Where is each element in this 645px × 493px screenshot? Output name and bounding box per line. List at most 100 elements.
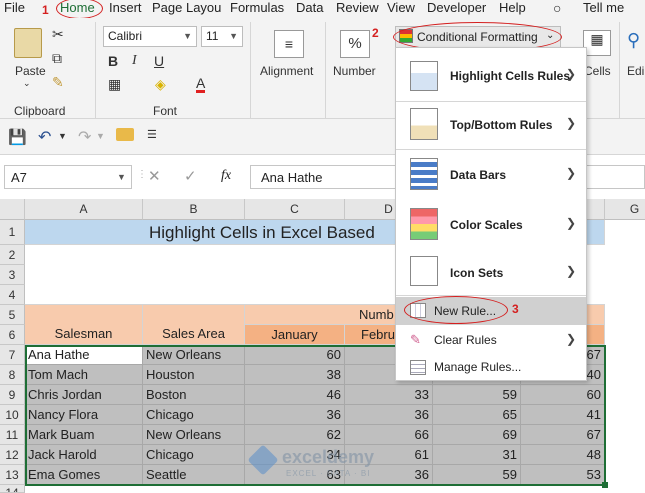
paste-icon[interactable] xyxy=(14,28,42,58)
data-cell-name[interactable]: Nancy Flora xyxy=(25,405,143,425)
name-box[interactable]: A7 ▼ xyxy=(4,165,132,189)
data-cell-f[interactable]: 41 xyxy=(521,405,605,425)
data-cell-f[interactable]: 48 xyxy=(521,445,605,465)
data-cell-area[interactable]: New Orleans xyxy=(143,425,245,445)
column-header-c[interactable]: C xyxy=(245,199,345,220)
column-header-g[interactable]: G xyxy=(605,199,645,220)
data-cell-area[interactable]: Seattle xyxy=(143,465,245,485)
data-cell-c[interactable]: 36 xyxy=(245,405,345,425)
row-header[interactable]: 11 xyxy=(0,425,25,445)
salesman-header-cell[interactable]: Salesman xyxy=(25,305,143,345)
menu-item-clear-rules[interactable]: ✎ Clear Rules ❯ xyxy=(396,326,586,354)
insert-function-button[interactable]: fx xyxy=(221,168,231,184)
open-folder-icon[interactable] xyxy=(116,128,134,141)
tab-data[interactable]: Data xyxy=(296,0,323,18)
alignment-group-label[interactable]: Alignment xyxy=(260,64,313,78)
row-header[interactable]: 7 xyxy=(0,345,25,365)
lightbulb-icon[interactable]: ○ xyxy=(553,0,561,18)
fill-color-icon[interactable]: ◈ xyxy=(155,76,166,93)
font-size-select[interactable]: 11 ▼ xyxy=(201,26,243,47)
font-name-select[interactable]: Calibri ▼ xyxy=(103,26,197,47)
data-cell-name[interactable]: Ema Gomes xyxy=(25,465,143,485)
format-painter-icon[interactable]: ✎ xyxy=(52,74,64,91)
row-header[interactable]: 4 xyxy=(0,285,25,305)
data-cell-name[interactable]: Jack Harold xyxy=(25,445,143,465)
data-cell-area[interactable]: Houston xyxy=(143,365,245,385)
data-cell-f[interactable]: 67 xyxy=(521,425,605,445)
fill-handle[interactable] xyxy=(602,482,608,488)
row-header[interactable]: 1 xyxy=(0,220,25,245)
paste-dropdown-icon[interactable]: ⌄ xyxy=(23,78,31,89)
menu-item-icon-sets[interactable]: Icon Sets ❯ xyxy=(396,248,586,294)
bold-button[interactable]: B xyxy=(108,53,118,69)
select-all-corner[interactable] xyxy=(0,199,25,220)
data-cell-f[interactable]: 60 xyxy=(521,385,605,405)
italic-button[interactable]: I xyxy=(132,53,137,69)
borders-icon[interactable]: ▦ xyxy=(108,76,121,93)
tab-page-layout[interactable]: Page Layou xyxy=(152,0,221,18)
data-cell-area[interactable]: Chicago xyxy=(143,445,245,465)
alignment-icon[interactable]: ≡ xyxy=(274,30,304,58)
copy-icon[interactable]: ⧉ xyxy=(52,50,62,67)
redo-icon[interactable]: ↷ xyxy=(78,127,91,147)
row-header[interactable]: 9 xyxy=(0,385,25,405)
data-cell-d[interactable]: 36 xyxy=(345,405,433,425)
undo-icon[interactable]: ↶ xyxy=(38,127,51,147)
row-header[interactable]: 8 xyxy=(0,365,25,385)
underline-button[interactable]: U xyxy=(154,53,164,69)
percent-icon[interactable]: % xyxy=(340,30,370,58)
cells-icon[interactable]: ▦ xyxy=(583,30,611,56)
data-cell-c[interactable]: 60 xyxy=(245,345,345,365)
data-cell-d[interactable]: 33 xyxy=(345,385,433,405)
font-color-icon[interactable]: A xyxy=(196,76,206,93)
row-header[interactable]: 5 xyxy=(0,305,25,325)
column-header-a[interactable]: A xyxy=(25,199,143,220)
data-cell-c[interactable]: 38 xyxy=(245,365,345,385)
data-cell-e[interactable]: 65 xyxy=(433,405,521,425)
data-cell-name[interactable]: Ana Hathe xyxy=(25,345,143,365)
cancel-icon[interactable]: ✕ xyxy=(148,167,161,185)
row-header[interactable]: 12 xyxy=(0,445,25,465)
row-header[interactable]: 2 xyxy=(0,245,25,265)
data-cell-d[interactable]: 66 xyxy=(345,425,433,445)
menu-item-manage-rules[interactable]: Manage Rules... xyxy=(396,353,586,381)
tab-insert[interactable]: Insert xyxy=(109,0,142,18)
redo-dropdown-icon[interactable]: ▼ xyxy=(96,131,105,141)
menu-item-data-bars[interactable]: Data Bars ❯ xyxy=(396,150,586,198)
tab-help[interactable]: Help xyxy=(499,0,526,18)
data-cell-name[interactable]: Mark Buam xyxy=(25,425,143,445)
undo-dropdown-icon[interactable]: ▼ xyxy=(58,131,67,141)
editing-group-label[interactable]: Edi xyxy=(627,64,644,78)
data-cell-name[interactable]: Chris Jordan xyxy=(25,385,143,405)
editing-icon[interactable]: ⚲ xyxy=(627,30,640,51)
data-cell-e[interactable]: 31 xyxy=(433,445,521,465)
january-header-cell[interactable]: January xyxy=(245,325,345,345)
data-cell-c[interactable]: 46 xyxy=(245,385,345,405)
column-header-b[interactable]: B xyxy=(143,199,245,220)
tab-review[interactable]: Review xyxy=(336,0,379,18)
sales-area-header-cell[interactable]: Sales Area xyxy=(143,305,245,345)
data-cell-e[interactable]: 59 xyxy=(433,465,521,485)
cells-group-label[interactable]: Cells xyxy=(584,64,611,78)
customize-qat-icon[interactable]: ☰ xyxy=(147,128,157,141)
data-cell-f[interactable]: 53 xyxy=(521,465,605,485)
menu-item-color-scales[interactable]: Color Scales ❯ xyxy=(396,200,586,248)
number-group-label[interactable]: Number xyxy=(333,64,376,78)
data-cell-e[interactable]: 69 xyxy=(433,425,521,445)
tab-developer[interactable]: Developer xyxy=(427,0,486,18)
enter-icon[interactable]: ✓ xyxy=(184,167,197,185)
menu-item-highlight-cells-rules[interactable]: Highlight Cells Rules ❯ xyxy=(396,52,586,100)
cut-icon[interactable]: ✂ xyxy=(52,26,64,43)
paste-button-label[interactable]: Paste xyxy=(15,64,46,78)
data-cell-name[interactable]: Tom Mach xyxy=(25,365,143,385)
data-cell-area[interactable]: Chicago xyxy=(143,405,245,425)
row-header[interactable]: 3 xyxy=(0,265,25,285)
data-cell-e[interactable]: 59 xyxy=(433,385,521,405)
tab-file[interactable]: File xyxy=(4,0,25,18)
tab-view[interactable]: View xyxy=(387,0,415,18)
tab-formulas[interactable]: Formulas xyxy=(230,0,284,18)
row-header[interactable]: 6 xyxy=(0,325,25,345)
row-header[interactable]: 10 xyxy=(0,405,25,425)
row-header[interactable]: 14 xyxy=(0,485,25,493)
data-cell-area[interactable]: Boston xyxy=(143,385,245,405)
